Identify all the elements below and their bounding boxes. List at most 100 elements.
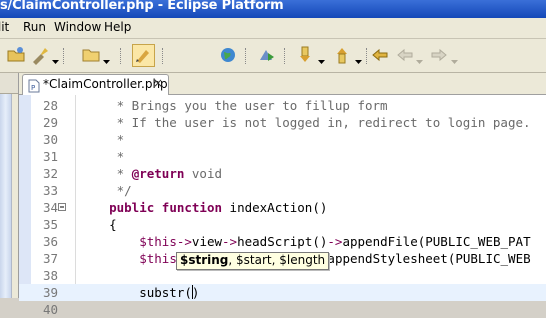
menu-run[interactable]: Run [23,20,46,34]
line-number: 28 [42,98,58,113]
code-line[interactable]: 31 * [19,148,546,165]
code-token: { [79,217,117,232]
title-bar: s/ClaimController.php - Eclipse Platform [0,0,546,18]
next-annotation-icon[interactable] [296,45,316,65]
code-text: * @return void [79,165,222,182]
back-icon[interactable] [395,45,415,65]
code-token: -> [327,234,343,249]
chevron-down-icon[interactable] [416,50,423,64]
line-number: 35 [42,217,58,232]
chevron-down-icon[interactable] [103,50,110,64]
code-token: * If the user is not logged in, redirect… [79,115,531,130]
code-line[interactable]: 40 [19,301,546,318]
new-folder-icon[interactable] [81,45,101,65]
code-text: public function indexAction() [79,199,327,216]
menu-window[interactable]: Window [54,20,101,34]
code-token: $this [139,234,177,249]
toolbar-separator [120,48,122,64]
code-line[interactable]: 36 $this->view->headScript()->appendFile… [19,233,546,250]
last-edit-icon[interactable] [370,45,390,65]
svg-text:P: P [31,84,35,92]
line-number: 34 [42,200,58,215]
code-token: appendStylesheet(PUBLIC_WEB [327,251,531,266]
line-number: 36 [42,234,58,249]
code-text: * [79,131,125,148]
code-token: indexAction() [222,200,328,215]
build-icon[interactable] [30,45,50,65]
code-line[interactable]: 32 * @return void [19,165,546,182]
toolbar-separator [162,48,164,64]
chevron-down-icon[interactable] [451,50,458,64]
globe-icon[interactable] [218,45,238,65]
line-number: 30 [42,132,58,147]
open-folder-icon[interactable] [6,45,26,65]
toolbar [0,39,546,73]
highlight-icon[interactable] [132,44,155,67]
line-number: 33 [42,183,58,198]
line-number: 29 [42,115,58,130]
code-text: * Brings you the user to fillup form [79,97,388,114]
run-icon[interactable] [257,45,277,65]
code-token: void [184,166,223,181]
code-line[interactable]: 28 * Brings you the user to fillup form [19,97,546,114]
code-text: $this->view->headScript()->appendFile(PU… [79,233,531,250]
toolbar-separator [245,48,247,64]
tab-label: *ClaimController.php [43,77,168,91]
scrollbar[interactable] [0,94,12,298]
code-token: * [79,149,125,164]
code-line[interactable]: 35 { [19,216,546,233]
code-token: public [109,200,155,215]
code-line[interactable]: 30 * [19,131,546,148]
code-token: * [79,166,132,181]
code-token: */ [79,183,132,198]
hint-other-params: , $start, $length [228,253,326,267]
hint-current-param: $string [180,253,229,267]
code-token: $this [139,251,177,266]
parameter-hint-tooltip: $string, $start, $length [176,252,330,270]
code-text: substr() [79,284,199,301]
line-number: 40 [42,302,58,317]
view-tab[interactable] [0,73,18,94]
chevron-down-icon[interactable] [52,50,59,64]
line-number: 37 [42,251,58,266]
toolbar-separator [284,48,286,64]
php-file-icon: P [28,78,40,93]
code-text: * [79,148,125,165]
menu-bar: Edit Run Window Help [0,18,546,39]
toolbar-separator [63,48,65,64]
editor-tab-bar: P *ClaimController.php × [19,73,546,95]
code-token: * Brings you the user to fillup form [79,98,388,113]
code-token: @return [131,166,185,181]
code-token: view [191,234,223,249]
code-line[interactable]: 33 */ [19,182,546,199]
code-text: * If the user is not logged in, redirect… [79,114,531,131]
code-line[interactable]: 29 * If the user is not logged in, redir… [19,114,546,131]
code-text: { [79,216,117,233]
code-token: function [161,200,223,215]
code-line[interactable]: 34 public function indexAction() [19,199,546,216]
chevron-down-icon[interactable] [318,50,325,64]
left-view-strip [0,73,19,298]
code-token: headScript() [237,234,328,249]
forward-icon[interactable] [429,45,449,65]
current-code-line[interactable]: 39 substr() [19,284,546,301]
code-token: appendFile(PUBLIC_WEB_PAT [342,234,531,249]
code-token: -> [176,234,192,249]
close-icon[interactable]: × [153,76,163,90]
menu-edit[interactable]: Edit [0,20,9,34]
line-number: 39 [42,285,58,300]
code-token: * [79,132,125,147]
chevron-down-icon[interactable] [355,50,362,64]
line-number: 31 [42,149,58,164]
previous-annotation-icon[interactable] [333,45,353,65]
fold-collapse-icon[interactable] [58,203,66,211]
editor-tab[interactable]: P *ClaimController.php × [22,74,169,95]
code-token: -> [222,234,238,249]
code-text: */ [79,182,132,199]
menu-help[interactable]: Help [104,20,131,34]
line-number: 38 [42,268,58,283]
